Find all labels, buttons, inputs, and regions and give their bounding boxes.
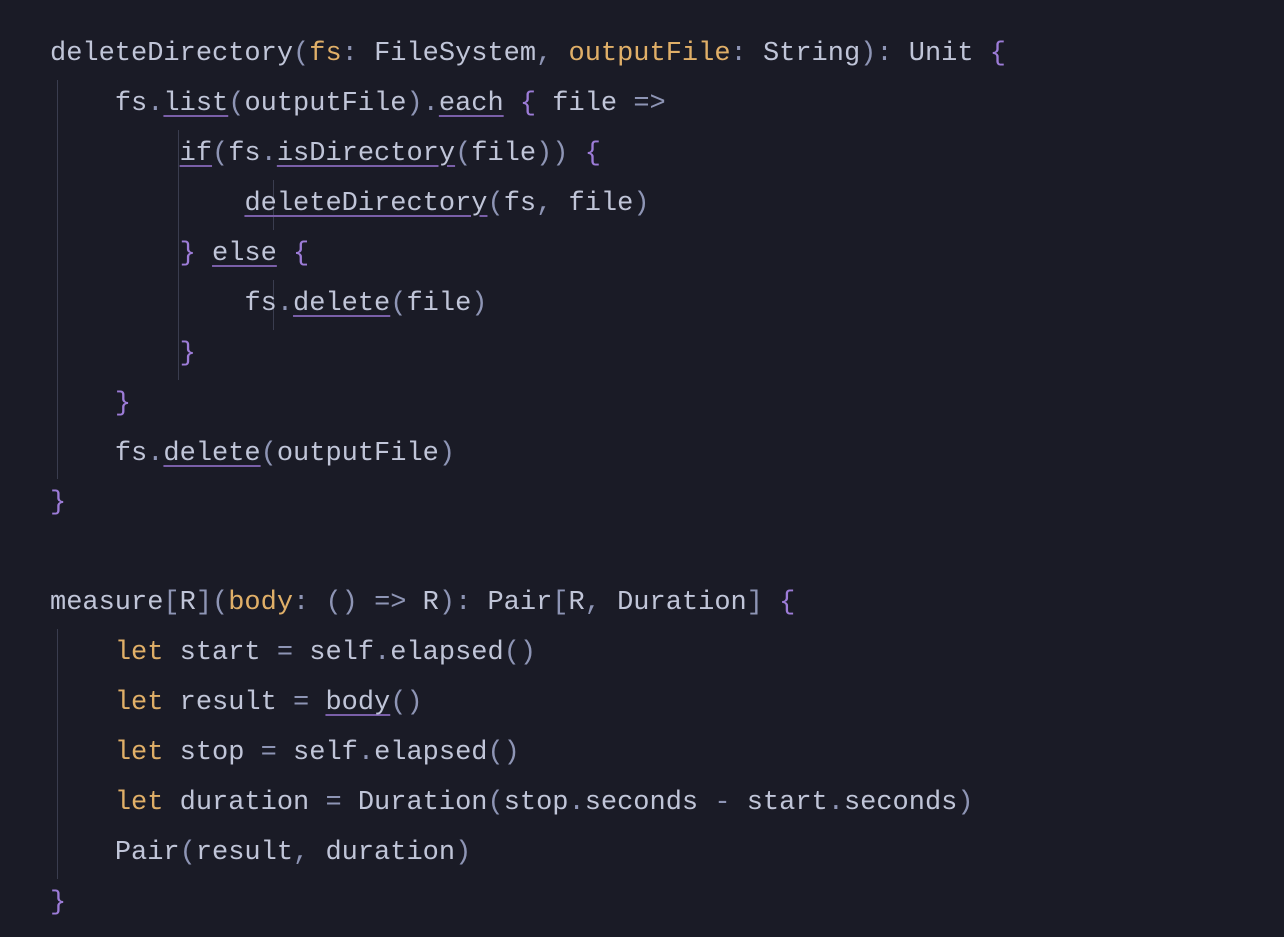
func-call: deleteDirectory (244, 189, 487, 219)
code-line: deleteDirectory(fs: FileSystem, outputFi… (50, 30, 1284, 80)
ident: file (569, 189, 634, 219)
code-line: fs.list(outputFile).each { file => (50, 80, 1284, 130)
type: Duration (617, 588, 747, 618)
ident: self (309, 638, 374, 668)
kw-else: else (212, 239, 277, 269)
type: R (569, 588, 585, 618)
kw-let: let (115, 688, 164, 718)
param: fs (309, 39, 341, 69)
ident: fs (115, 89, 147, 119)
var-name: start (180, 638, 261, 668)
ctor-call: Pair (115, 838, 180, 868)
ident: start (747, 788, 828, 818)
type: Pair (487, 588, 552, 618)
code-line: Pair(result, duration) (50, 829, 1284, 879)
blank-line (50, 529, 1284, 579)
ret-type: Unit (909, 39, 974, 69)
code-line: fs.delete(outputFile) (50, 430, 1284, 480)
code-editor[interactable]: deleteDirectory(fs: FileSystem, outputFi… (0, 0, 1284, 929)
type-param: R (180, 588, 196, 618)
ident: fs (504, 189, 536, 219)
ident: outputFile (244, 89, 406, 119)
func-name: deleteDirectory (50, 39, 293, 69)
kw-let: let (115, 788, 164, 818)
ident: outputFile (277, 439, 439, 469)
field: seconds (844, 788, 957, 818)
ctor-call: Duration (358, 788, 488, 818)
var-name: stop (180, 738, 245, 768)
ident: result (196, 838, 293, 868)
method-call: elapsed (390, 638, 503, 668)
type: R (423, 588, 439, 618)
param: body (228, 588, 293, 618)
code-line: let stop = self.elapsed() (50, 729, 1284, 779)
code-line: } (50, 380, 1284, 430)
lambda-param: file (552, 89, 617, 119)
code-line: measure[R](body: () => R): Pair[R, Durat… (50, 579, 1284, 629)
ident: file (471, 139, 536, 169)
code-line: fs.delete(file) (50, 280, 1284, 330)
ident: fs (228, 139, 260, 169)
ident: fs (115, 439, 147, 469)
var-name: duration (180, 788, 310, 818)
code-line: let duration = Duration(stop.seconds - s… (50, 779, 1284, 829)
method-call: isDirectory (277, 139, 455, 169)
ident: self (293, 738, 358, 768)
code-line: } (50, 479, 1284, 529)
kw-let: let (115, 638, 164, 668)
type: FileSystem (374, 39, 536, 69)
type: String (763, 39, 860, 69)
method-call: list (163, 89, 228, 119)
var-name: result (180, 688, 277, 718)
method-call: elapsed (374, 738, 487, 768)
func-name: measure (50, 588, 163, 618)
func-call: body (325, 688, 390, 718)
code-line: } (50, 879, 1284, 929)
code-line: let start = self.elapsed() (50, 629, 1284, 679)
method-call: delete (163, 439, 260, 469)
code-line: } (50, 330, 1284, 380)
field: seconds (585, 788, 698, 818)
param: outputFile (569, 39, 731, 69)
method-call: each (439, 89, 504, 119)
code-line: deleteDirectory(fs, file) (50, 180, 1284, 230)
kw-if: if (180, 139, 212, 169)
ident: stop (504, 788, 569, 818)
code-line: } else { (50, 230, 1284, 280)
ident: fs (244, 289, 276, 319)
kw-let: let (115, 738, 164, 768)
ident: file (406, 289, 471, 319)
ident: duration (325, 838, 455, 868)
method-call: delete (293, 289, 390, 319)
code-line: if(fs.isDirectory(file)) { (50, 130, 1284, 180)
code-line: let result = body() (50, 679, 1284, 729)
